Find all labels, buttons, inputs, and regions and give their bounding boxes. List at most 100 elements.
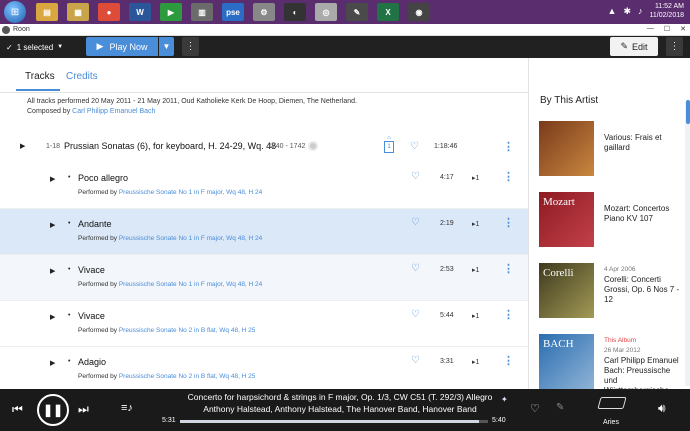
heart-icon[interactable]: ♡ bbox=[530, 402, 540, 415]
settings-app-icon[interactable]: ▥ bbox=[191, 3, 213, 21]
work-link[interactable]: Preussische Sonate No 1 in F major, Wq 4… bbox=[119, 189, 262, 196]
active-tab-underline bbox=[16, 89, 60, 91]
now-playing-title[interactable]: Concerto for harpsichord & strings in F … bbox=[160, 392, 520, 402]
album-cover[interactable] bbox=[539, 121, 594, 176]
side-scrollbar[interactable] bbox=[685, 102, 690, 386]
chrome-app-icon[interactable]: ● bbox=[98, 3, 120, 21]
album-info[interactable]: 4 Apr 2006 Corelli: Concerti Grossi, Op.… bbox=[604, 265, 684, 305]
album-info[interactable]: Mozart: Concertos Piano KV 107 bbox=[604, 204, 684, 224]
close-icon[interactable]: ✕ bbox=[680, 25, 686, 33]
tab-tracks[interactable]: Tracks bbox=[25, 71, 55, 82]
track-row[interactable]: ▶ • Vivace Performed by Preussische Sona… bbox=[0, 255, 528, 301]
album-info[interactable]: This Album 26 Mar 2012 Carl Philipp Eman… bbox=[604, 336, 684, 389]
track-menu-icon[interactable]: ⋮ bbox=[503, 262, 514, 275]
album-info[interactable]: Various: Frais et gaillard bbox=[604, 133, 684, 153]
work-row[interactable]: ▶ 1-18 Prussian Sonatas (6), for keyboar… bbox=[0, 129, 528, 163]
track-row[interactable]: ▶ • Vivace Performed by Preussische Sona… bbox=[0, 301, 528, 347]
total-time: 5:40 bbox=[492, 417, 506, 424]
album-title: Carl Philipp Emanuel Bach: Preussische u… bbox=[604, 356, 679, 389]
heart-icon[interactable]: ♡ bbox=[411, 263, 420, 274]
play-count: ▸1 bbox=[472, 266, 479, 274]
album-cover[interactable]: Corelli bbox=[539, 263, 594, 318]
album-cover-text: Mozart bbox=[543, 196, 575, 208]
tools-app-icon[interactable]: ⚙ bbox=[253, 3, 275, 21]
tab-credits[interactable]: Credits bbox=[66, 71, 98, 82]
expand-icon[interactable]: ▶ bbox=[50, 175, 55, 183]
performed-by-prefix: Performed by bbox=[78, 373, 118, 380]
zone-icon[interactable] bbox=[597, 397, 627, 409]
work-track-range: 1-18 bbox=[46, 142, 61, 150]
word-app-icon[interactable]: W bbox=[129, 3, 151, 21]
expand-icon[interactable]: ▶ bbox=[50, 221, 55, 229]
work-link[interactable]: Preussische Sonate No 1 in F major, Wq 4… bbox=[119, 235, 262, 242]
next-icon[interactable]: ⏭ bbox=[78, 402, 89, 417]
expand-icon[interactable]: ▶ bbox=[50, 313, 55, 321]
expand-icon[interactable]: ▶ bbox=[20, 142, 25, 150]
zone-name[interactable]: Aries bbox=[603, 419, 619, 426]
heart-icon[interactable]: ♡ bbox=[411, 309, 420, 320]
circle-app-icon[interactable]: ◐ bbox=[284, 3, 306, 21]
pen-app-icon[interactable]: ✎ bbox=[346, 3, 368, 21]
album-cover[interactable]: BACH bbox=[539, 334, 594, 389]
album-cover[interactable]: Mozart bbox=[539, 192, 594, 247]
play-count-value: 1 bbox=[475, 175, 480, 182]
composer-line: Composed by Carl Philipp Emanuel Bach bbox=[27, 107, 357, 117]
track-menu-icon[interactable]: ⋮ bbox=[503, 216, 514, 229]
window-title: Roon bbox=[13, 26, 30, 33]
tab-bar: Tracks Credits bbox=[0, 58, 528, 93]
pause-icon: ❚❚ bbox=[42, 403, 64, 417]
heart-icon[interactable]: ♡ bbox=[411, 217, 420, 228]
disc-app-icon[interactable]: ◎ bbox=[315, 3, 337, 21]
album-cover-text: BACH bbox=[543, 338, 574, 350]
track-row[interactable]: ▶ • Andante Performed by Preussische Son… bbox=[0, 209, 528, 255]
excel-app-icon[interactable]: X bbox=[377, 3, 399, 21]
volume-tray-icon[interactable]: ♪ bbox=[638, 6, 643, 16]
windows-start-icon[interactable]: ⊞ bbox=[4, 1, 26, 23]
network-icon[interactable]: ▲ bbox=[608, 6, 617, 16]
bluetooth-icon[interactable]: ✱ bbox=[623, 6, 631, 17]
library-app-icon[interactable]: ▦ bbox=[67, 3, 89, 21]
recording-info: All tracks performed 20 May 2011 - 21 Ma… bbox=[27, 98, 357, 105]
queue-icon[interactable]: ≡♪ bbox=[121, 402, 133, 414]
volume-icon[interactable]: 🔊︎ bbox=[658, 401, 666, 416]
work-link[interactable]: Preussische Sonate No 1 in F major, Wq 4… bbox=[119, 281, 262, 288]
work-link[interactable]: Preussische Sonate No 2 in B flat, Wq 48… bbox=[119, 327, 256, 334]
pencil-icon: ✎ bbox=[620, 41, 629, 51]
performed-by: Performed by Preussische Sonate No 2 in … bbox=[78, 327, 255, 334]
seek-bar[interactable] bbox=[180, 420, 488, 423]
track-row[interactable]: ▶ • Poco allegro Performed by Preussisch… bbox=[0, 163, 528, 209]
system-clock[interactable]: 11:52 AM 11/02/2018 bbox=[649, 2, 684, 20]
previous-icon[interactable]: ⏮ bbox=[12, 402, 23, 417]
album-more-button[interactable]: ⋮ bbox=[666, 37, 683, 56]
signal-path-icon[interactable]: ✦ bbox=[501, 395, 508, 404]
folder-app-icon[interactable]: ▤ bbox=[36, 3, 58, 21]
play-count-value: 1 bbox=[475, 359, 480, 366]
track-row[interactable]: ▶ • Adagio Performed by Preussische Sona… bbox=[0, 347, 528, 389]
expand-icon[interactable]: ▶ bbox=[50, 267, 55, 275]
play-count: ▸1 bbox=[472, 220, 479, 228]
pause-button[interactable]: ❚❚ bbox=[37, 394, 69, 426]
expand-icon[interactable]: ▶ bbox=[50, 359, 55, 367]
track-menu-icon[interactable]: ⋮ bbox=[503, 354, 514, 367]
work-link[interactable]: Preussische Sonate No 2 in B flat, Wq 48… bbox=[119, 373, 256, 380]
media-app-icon[interactable]: ▶ bbox=[160, 3, 182, 21]
play-now-button[interactable]: ▶ Play Now bbox=[86, 37, 158, 56]
edit-button[interactable]: ✎ Edit bbox=[610, 37, 658, 56]
roon-app-icon[interactable]: ◉ bbox=[408, 3, 430, 21]
track-menu-icon[interactable]: ⋮ bbox=[503, 170, 514, 183]
heart-icon[interactable]: ♡ bbox=[410, 141, 419, 152]
play-options-button[interactable]: ▼ bbox=[159, 37, 174, 56]
pse-app-icon[interactable]: pse bbox=[222, 3, 244, 21]
composer-link[interactable]: Carl Philipp Emanuel Bach bbox=[72, 108, 155, 115]
side-scroll-thumb[interactable] bbox=[686, 100, 690, 124]
radio-icon[interactable]: ✎ bbox=[556, 402, 564, 413]
now-playing-artists[interactable]: Anthony Halstead, Anthony Halstead, The … bbox=[160, 404, 520, 414]
heart-icon[interactable]: ♡ bbox=[411, 355, 420, 366]
track-menu-icon[interactable]: ⋮ bbox=[503, 308, 514, 321]
maximize-icon[interactable]: ☐ bbox=[664, 25, 670, 33]
play-count: ▸1 bbox=[472, 358, 479, 366]
more-options-button[interactable]: ⋮ bbox=[182, 37, 199, 56]
minimize-icon[interactable]: — bbox=[647, 25, 654, 33]
work-menu-icon[interactable]: ⋮ bbox=[503, 140, 514, 153]
heart-icon[interactable]: ♡ bbox=[411, 171, 420, 182]
